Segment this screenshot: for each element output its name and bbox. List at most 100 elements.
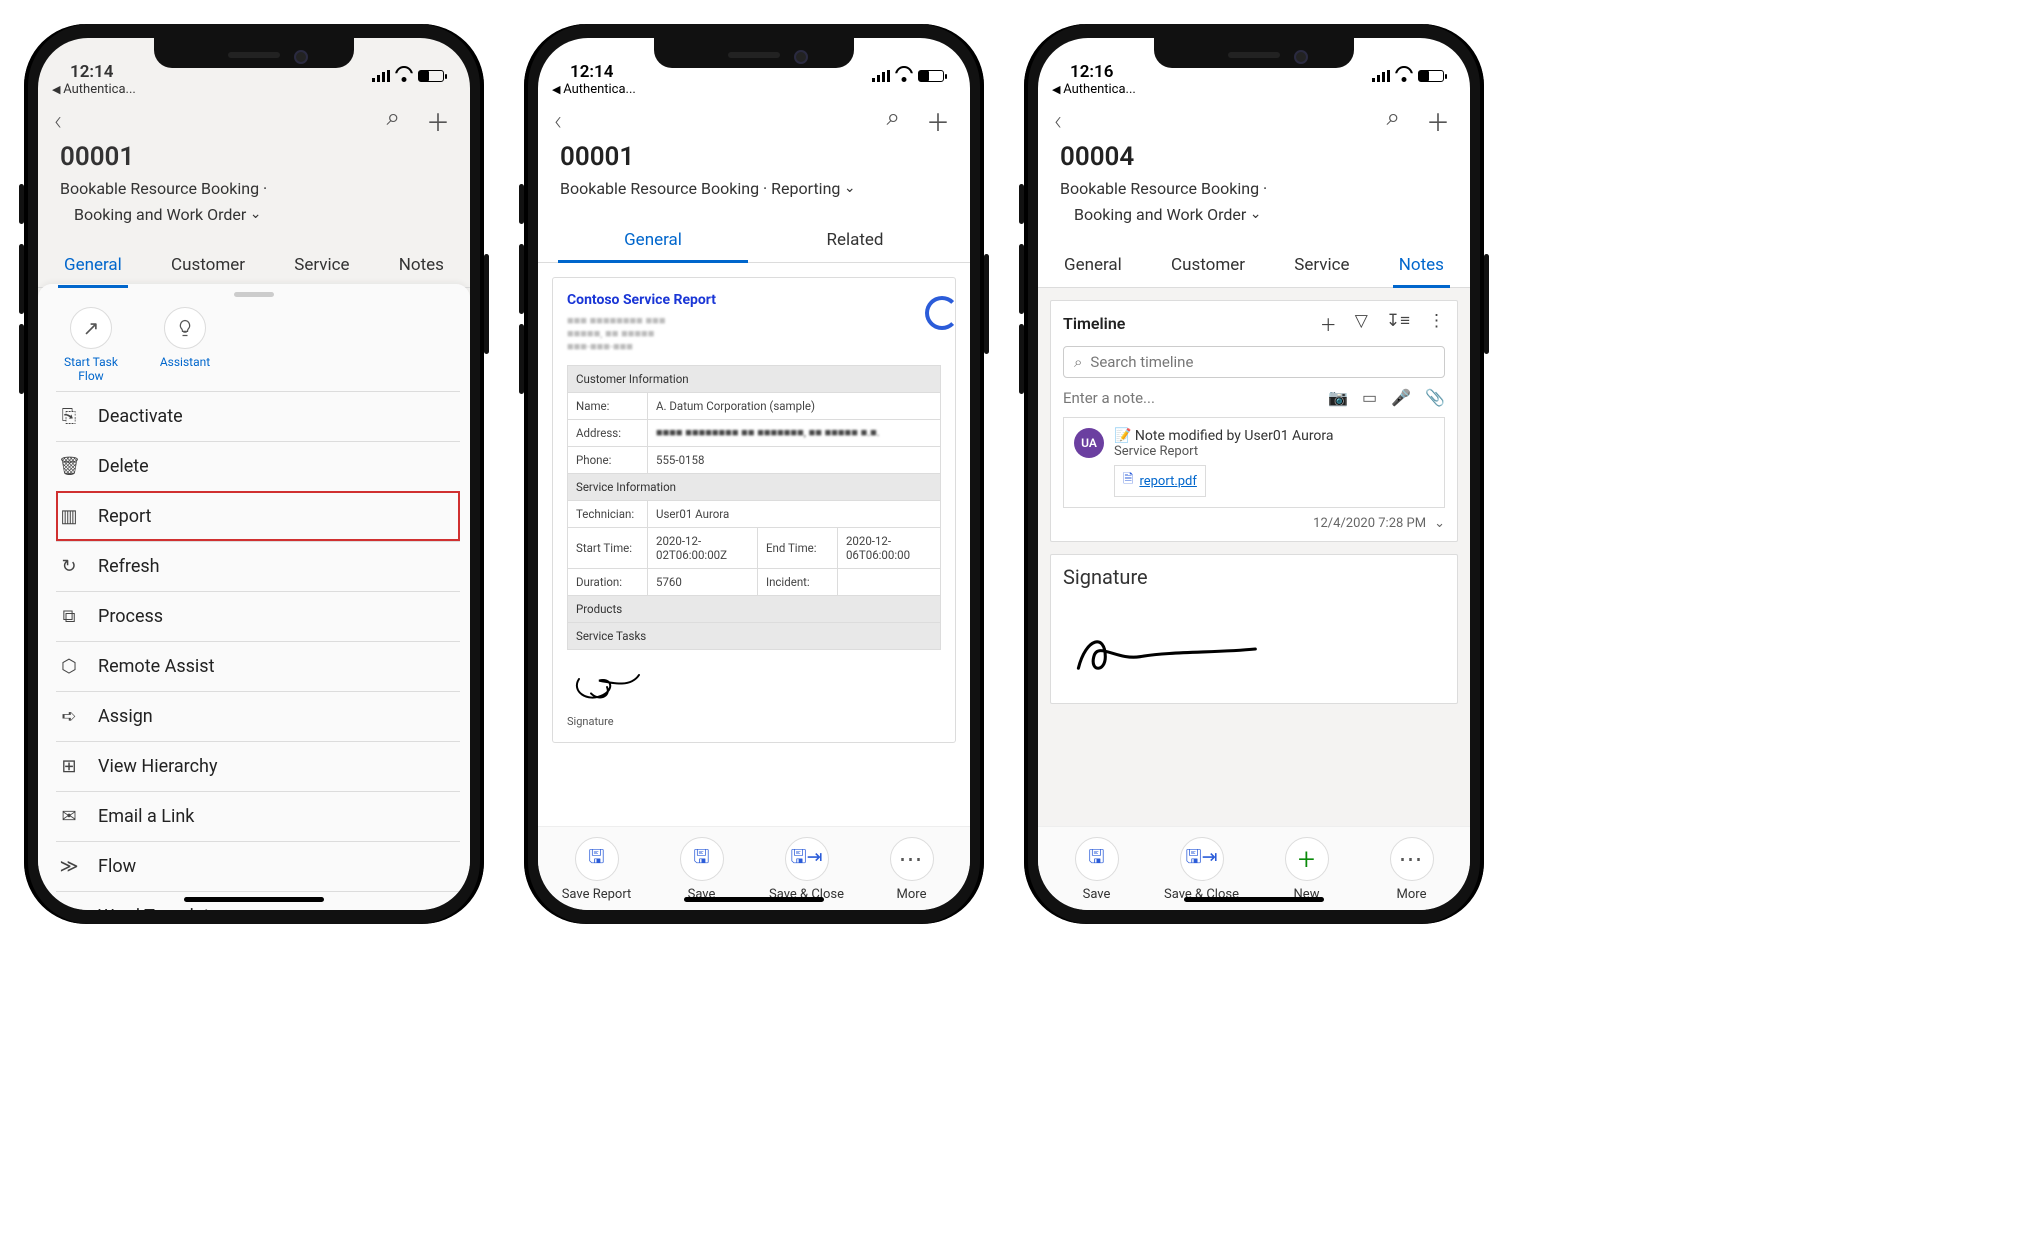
menu-report[interactable]: ▥Report — [56, 491, 460, 541]
section-service-tasks: Service Tasks — [568, 622, 941, 649]
search-icon[interactable]: ⌕ — [887, 103, 900, 138]
mic-icon[interactable]: 🎤 — [1391, 388, 1411, 407]
magnifier-icon: ⌕ — [1074, 353, 1082, 371]
tab-service[interactable]: Service — [1282, 245, 1361, 287]
tab-general[interactable]: General — [552, 220, 754, 262]
record-subtitle[interactable]: Bookable Resource Booking Booking and Wo… — [38, 176, 470, 227]
quick-action-label: Assistant — [150, 355, 220, 369]
back-button[interactable]: ‹ — [554, 104, 562, 137]
menu-view-hierarchy[interactable]: ⊞View Hierarchy — [56, 741, 460, 791]
tab-related[interactable]: Related — [754, 220, 956, 262]
signature-heading: Signature — [1063, 565, 1445, 589]
add-icon[interactable]: ＋ — [926, 103, 950, 138]
command-sheet: ↗ Start Task Flow Assistant ⎘Deactivate … — [38, 284, 470, 910]
start-task-flow-button[interactable]: ↗ Start Task Flow — [56, 307, 126, 383]
tab-general[interactable]: General — [52, 245, 134, 287]
quick-action-label: Start Task Flow — [56, 355, 126, 383]
back-to-app[interactable]: Authentica... — [38, 82, 470, 99]
lightbulb-icon — [164, 307, 206, 349]
tab-notes[interactable]: Notes — [387, 245, 456, 287]
save-close-icon: 🖫⇥ — [1180, 837, 1224, 881]
tab-customer[interactable]: Customer — [1159, 245, 1257, 287]
menu-remote-assist[interactable]: ⬡Remote Assist — [56, 641, 460, 691]
video-icon[interactable]: ▭ — [1362, 388, 1377, 407]
new-button[interactable]: + New — [1263, 837, 1351, 902]
attachment-link[interactable]: report.pdf — [1139, 474, 1196, 489]
timeline-note[interactable]: UA 📝 Note modified by User01 Aurora Serv… — [1063, 417, 1445, 508]
timeline-filter-icon[interactable]: ▽ — [1355, 311, 1368, 336]
save-icon: 🖫 — [575, 837, 619, 881]
home-indicator[interactable] — [1184, 897, 1324, 902]
save-button[interactable]: 🖫 Save — [658, 837, 746, 902]
phone-mockup-1: 12:14 Authentica... ‹ ⌕ ＋ 00001 Bookable… — [24, 24, 484, 924]
save-close-button[interactable]: 🖫⇥ Save & Close — [1158, 837, 1246, 902]
save-close-icon: 🖫⇥ — [785, 837, 829, 881]
command-menu: ⎘Deactivate 🗑Delete ▥Report ↻Refresh ⧉Pr… — [38, 391, 470, 910]
timeline-panel: Timeline ＋ ▽ ↧≡ ⋮ ⌕ Search timeline Ente… — [1050, 300, 1458, 542]
note-attachment[interactable]: 🗎 report.pdf — [1114, 465, 1206, 497]
cellular-icon — [372, 70, 390, 82]
attach-icon[interactable]: 📎 — [1425, 388, 1445, 407]
save-button[interactable]: 🖫 Save — [1053, 837, 1141, 902]
timeline-overflow-icon[interactable]: ⋮ — [1428, 311, 1445, 336]
menu-email-link[interactable]: ✉Email a Link — [56, 791, 460, 841]
timeline-add-icon[interactable]: ＋ — [1320, 311, 1337, 336]
wifi-icon — [896, 70, 912, 82]
search-icon[interactable]: ⌕ — [1387, 103, 1400, 138]
signature-panel: Signature — [1050, 554, 1458, 704]
signature-glyph — [567, 662, 647, 712]
enter-note-input[interactable]: Enter a note... — [1063, 389, 1155, 407]
battery-icon — [918, 70, 944, 82]
expand-icon[interactable]: ⌄ — [1434, 516, 1445, 531]
menu-flow[interactable]: ≫Flow — [56, 841, 460, 891]
tab-bar: General Customer Service Notes — [38, 245, 470, 288]
record-title: 00001 — [38, 138, 470, 176]
timeline-sort-icon[interactable]: ↧≡ — [1386, 311, 1410, 336]
menu-deactivate[interactable]: ⎘Deactivate — [56, 391, 460, 441]
menu-process[interactable]: ⧉Process — [56, 591, 460, 641]
status-icons — [1372, 70, 1444, 82]
flow-icon: ≫ — [58, 856, 80, 877]
save-icon: 🖫 — [1075, 837, 1119, 881]
add-icon[interactable]: ＋ — [426, 103, 450, 138]
sheet-drag-handle[interactable] — [234, 292, 274, 297]
menu-assign[interactable]: ➪Assign — [56, 691, 460, 741]
menu-delete[interactable]: 🗑Delete — [56, 441, 460, 491]
menu-refresh[interactable]: ↻Refresh — [56, 541, 460, 591]
battery-icon — [418, 70, 444, 82]
assistant-button[interactable]: Assistant — [150, 307, 220, 383]
signature-label: Signature — [567, 715, 941, 728]
tab-general[interactable]: General — [1052, 245, 1134, 287]
back-to-app[interactable]: Authentica... — [538, 82, 970, 99]
add-icon[interactable]: ＋ — [1426, 103, 1450, 138]
tab-notes[interactable]: Notes — [1387, 245, 1456, 287]
section-service-info: Service Information — [568, 473, 941, 500]
note-timestamp: 12/4/2020 7:28 PM — [1313, 516, 1426, 531]
start-time: 2020-12-02T06:00:00Z — [648, 527, 758, 568]
signature-glyph — [1063, 609, 1263, 689]
timeline-search-input[interactable]: ⌕ Search timeline — [1063, 346, 1445, 378]
camera-icon[interactable]: 📷 — [1328, 388, 1348, 407]
tab-bar: General Customer Service Notes — [1038, 245, 1470, 288]
more-button[interactable]: ⋯ More — [868, 837, 956, 902]
tab-customer[interactable]: Customer — [159, 245, 257, 287]
home-indicator[interactable] — [184, 897, 324, 902]
tab-service[interactable]: Service — [282, 245, 361, 287]
save-report-button[interactable]: 🖫 Save Report — [553, 837, 641, 902]
back-button[interactable]: ‹ — [1054, 104, 1062, 137]
more-button[interactable]: ⋯ More — [1368, 837, 1456, 902]
section-products: Products — [568, 595, 941, 622]
home-indicator[interactable] — [684, 897, 824, 902]
back-to-app[interactable]: Authentica... — [1038, 82, 1470, 99]
section-customer-info: Customer Information — [568, 365, 941, 392]
incident — [837, 568, 940, 595]
save-close-button[interactable]: 🖫⇥ Save & Close — [763, 837, 851, 902]
record-subtitle[interactable]: Bookable Resource Booking Booking and Wo… — [1038, 176, 1470, 227]
cellular-icon — [1372, 70, 1390, 82]
record-title: 00001 — [538, 138, 970, 176]
end-time: 2020-12-06T06:00:00 — [837, 527, 940, 568]
search-icon[interactable]: ⌕ — [387, 103, 400, 138]
customer-address: ■■■■ ■■■■■■■■ ■■ ■■■■■■■, ■■ ■■■■■ ■.■. — [648, 419, 941, 446]
back-button[interactable]: ‹ — [54, 104, 62, 137]
record-subtitle[interactable]: Bookable Resource Booking Reporting — [538, 176, 970, 202]
